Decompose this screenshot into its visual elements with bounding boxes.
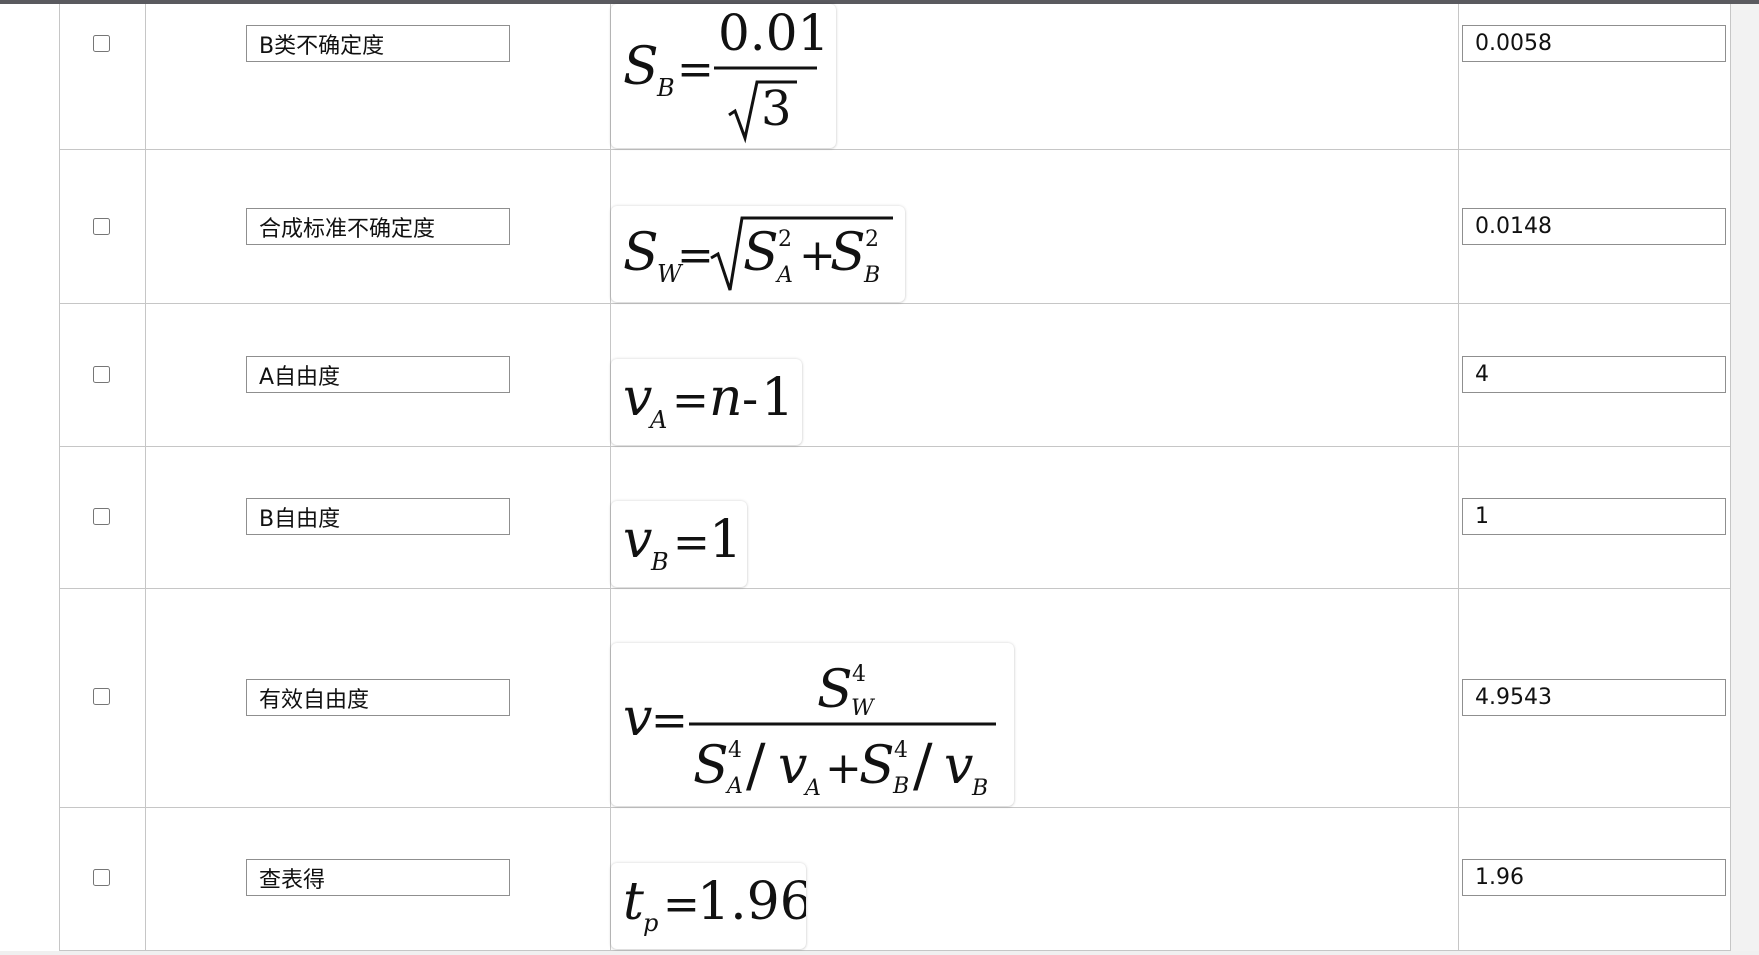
table-row-divider xyxy=(59,588,1731,589)
formula-subscript: B xyxy=(863,263,880,288)
formula-image: v A = n - 1 xyxy=(611,359,802,445)
formula-combined-uncertainty: S W = S 2 A + S 2 B xyxy=(623,216,893,291)
row-select-checkbox[interactable] xyxy=(93,508,110,525)
formula-symbol: S xyxy=(623,37,659,97)
formula-subscript: A xyxy=(775,263,793,288)
formula-subscript: W xyxy=(851,696,876,721)
table-row-divider xyxy=(59,807,1731,808)
item-name-field[interactable] xyxy=(246,859,510,896)
formula-term: S xyxy=(830,223,866,283)
formula-plus: + xyxy=(825,743,862,794)
item-name-field[interactable] xyxy=(246,356,510,393)
formula-image: t p = 1.96 xyxy=(611,863,806,949)
item-name-field[interactable] xyxy=(246,25,510,62)
formula-numerator: 0.01 xyxy=(718,4,829,62)
formula-a-dof: v A = n - 1 xyxy=(623,368,794,434)
formula-variable: n xyxy=(709,368,743,428)
formula-subscript: B xyxy=(656,74,675,102)
formula-equals: = xyxy=(673,517,710,568)
formula-image: v = S 4 W S 4 A / v A + S 4 B / v B xyxy=(611,643,1014,806)
formula-constant: 1 xyxy=(761,368,794,428)
row-select-checkbox[interactable] xyxy=(93,35,110,52)
formula-image: v B = 1 xyxy=(611,501,747,587)
result-value-field[interactable] xyxy=(1462,356,1726,393)
result-value-field[interactable] xyxy=(1462,859,1726,896)
formula-symbol: v xyxy=(623,688,652,748)
formula-superscript: 2 xyxy=(778,227,792,252)
formula-symbol: v xyxy=(623,368,652,428)
horizontal-scroll-area xyxy=(0,951,1759,955)
formula-symbol: t xyxy=(623,872,644,932)
formula-equals: = xyxy=(677,44,714,95)
formula-term: S xyxy=(693,736,729,796)
formula-equals: = xyxy=(672,375,709,426)
result-value-field[interactable] xyxy=(1462,208,1726,245)
table-row-divider xyxy=(59,149,1731,150)
table-row-divider xyxy=(59,303,1731,304)
table-border-right xyxy=(1730,4,1731,951)
formula-term: S xyxy=(817,660,853,720)
item-name-field[interactable] xyxy=(246,679,510,716)
table-column-divider xyxy=(145,4,146,951)
result-value-field[interactable] xyxy=(1462,25,1726,62)
window-top-border xyxy=(0,0,1759,4)
row-select-checkbox[interactable] xyxy=(93,688,110,705)
formula-radicand: 3 xyxy=(761,81,792,137)
formula-equals: = xyxy=(651,695,688,746)
row-select-checkbox[interactable] xyxy=(93,869,110,886)
formula-minus: - xyxy=(742,371,758,427)
formula-subscript: A xyxy=(648,406,667,434)
table-row-divider xyxy=(59,446,1731,447)
formula-superscript: 2 xyxy=(865,227,879,252)
formula-effective-dof: v = S 4 W S 4 A / v A + S 4 B / v B xyxy=(623,660,996,801)
scrollbar-track[interactable] xyxy=(1731,4,1759,951)
formula-superscript: 4 xyxy=(894,738,908,763)
table-column-divider xyxy=(1458,4,1459,951)
formula-subscript: B xyxy=(650,548,669,576)
formula-equals: = xyxy=(663,879,700,930)
formula-superscript: 4 xyxy=(852,662,866,687)
formula-t-table: t p = 1.96 xyxy=(623,872,806,937)
formula-superscript: 4 xyxy=(728,738,742,763)
formula-constant: 1 xyxy=(709,510,742,570)
formula-constant: 1.96 xyxy=(697,872,806,932)
formula-subscript: B xyxy=(971,776,988,801)
result-value-field[interactable] xyxy=(1462,498,1726,535)
formula-symbol: S xyxy=(623,223,659,283)
formula-term: S xyxy=(859,736,895,796)
formula-image: S W = S 2 A + S 2 B xyxy=(611,206,905,302)
formula-term: S xyxy=(743,223,779,283)
row-select-checkbox[interactable] xyxy=(93,366,110,383)
item-name-field[interactable] xyxy=(246,498,510,535)
formula-term: v xyxy=(778,736,807,796)
formula-subscript: A xyxy=(803,776,821,801)
formula-image: S B = 0.01 3 xyxy=(611,4,836,148)
formula-symbol: v xyxy=(623,510,652,570)
formula-b-uncertainty: S B = 0.01 3 xyxy=(623,4,829,144)
formula-term: v xyxy=(944,736,973,796)
formula-b-dof: v B = 1 xyxy=(623,510,742,576)
formula-divide: / xyxy=(746,731,766,799)
formula-subscript: B xyxy=(892,774,909,799)
formula-divide: / xyxy=(913,731,933,799)
row-select-checkbox[interactable] xyxy=(93,218,110,235)
item-name-field[interactable] xyxy=(246,208,510,245)
formula-equals: = xyxy=(677,230,714,281)
formula-subscript: A xyxy=(725,774,743,799)
result-value-field[interactable] xyxy=(1462,679,1726,716)
table-border-left xyxy=(59,4,60,951)
formula-subscript: p xyxy=(643,909,658,937)
